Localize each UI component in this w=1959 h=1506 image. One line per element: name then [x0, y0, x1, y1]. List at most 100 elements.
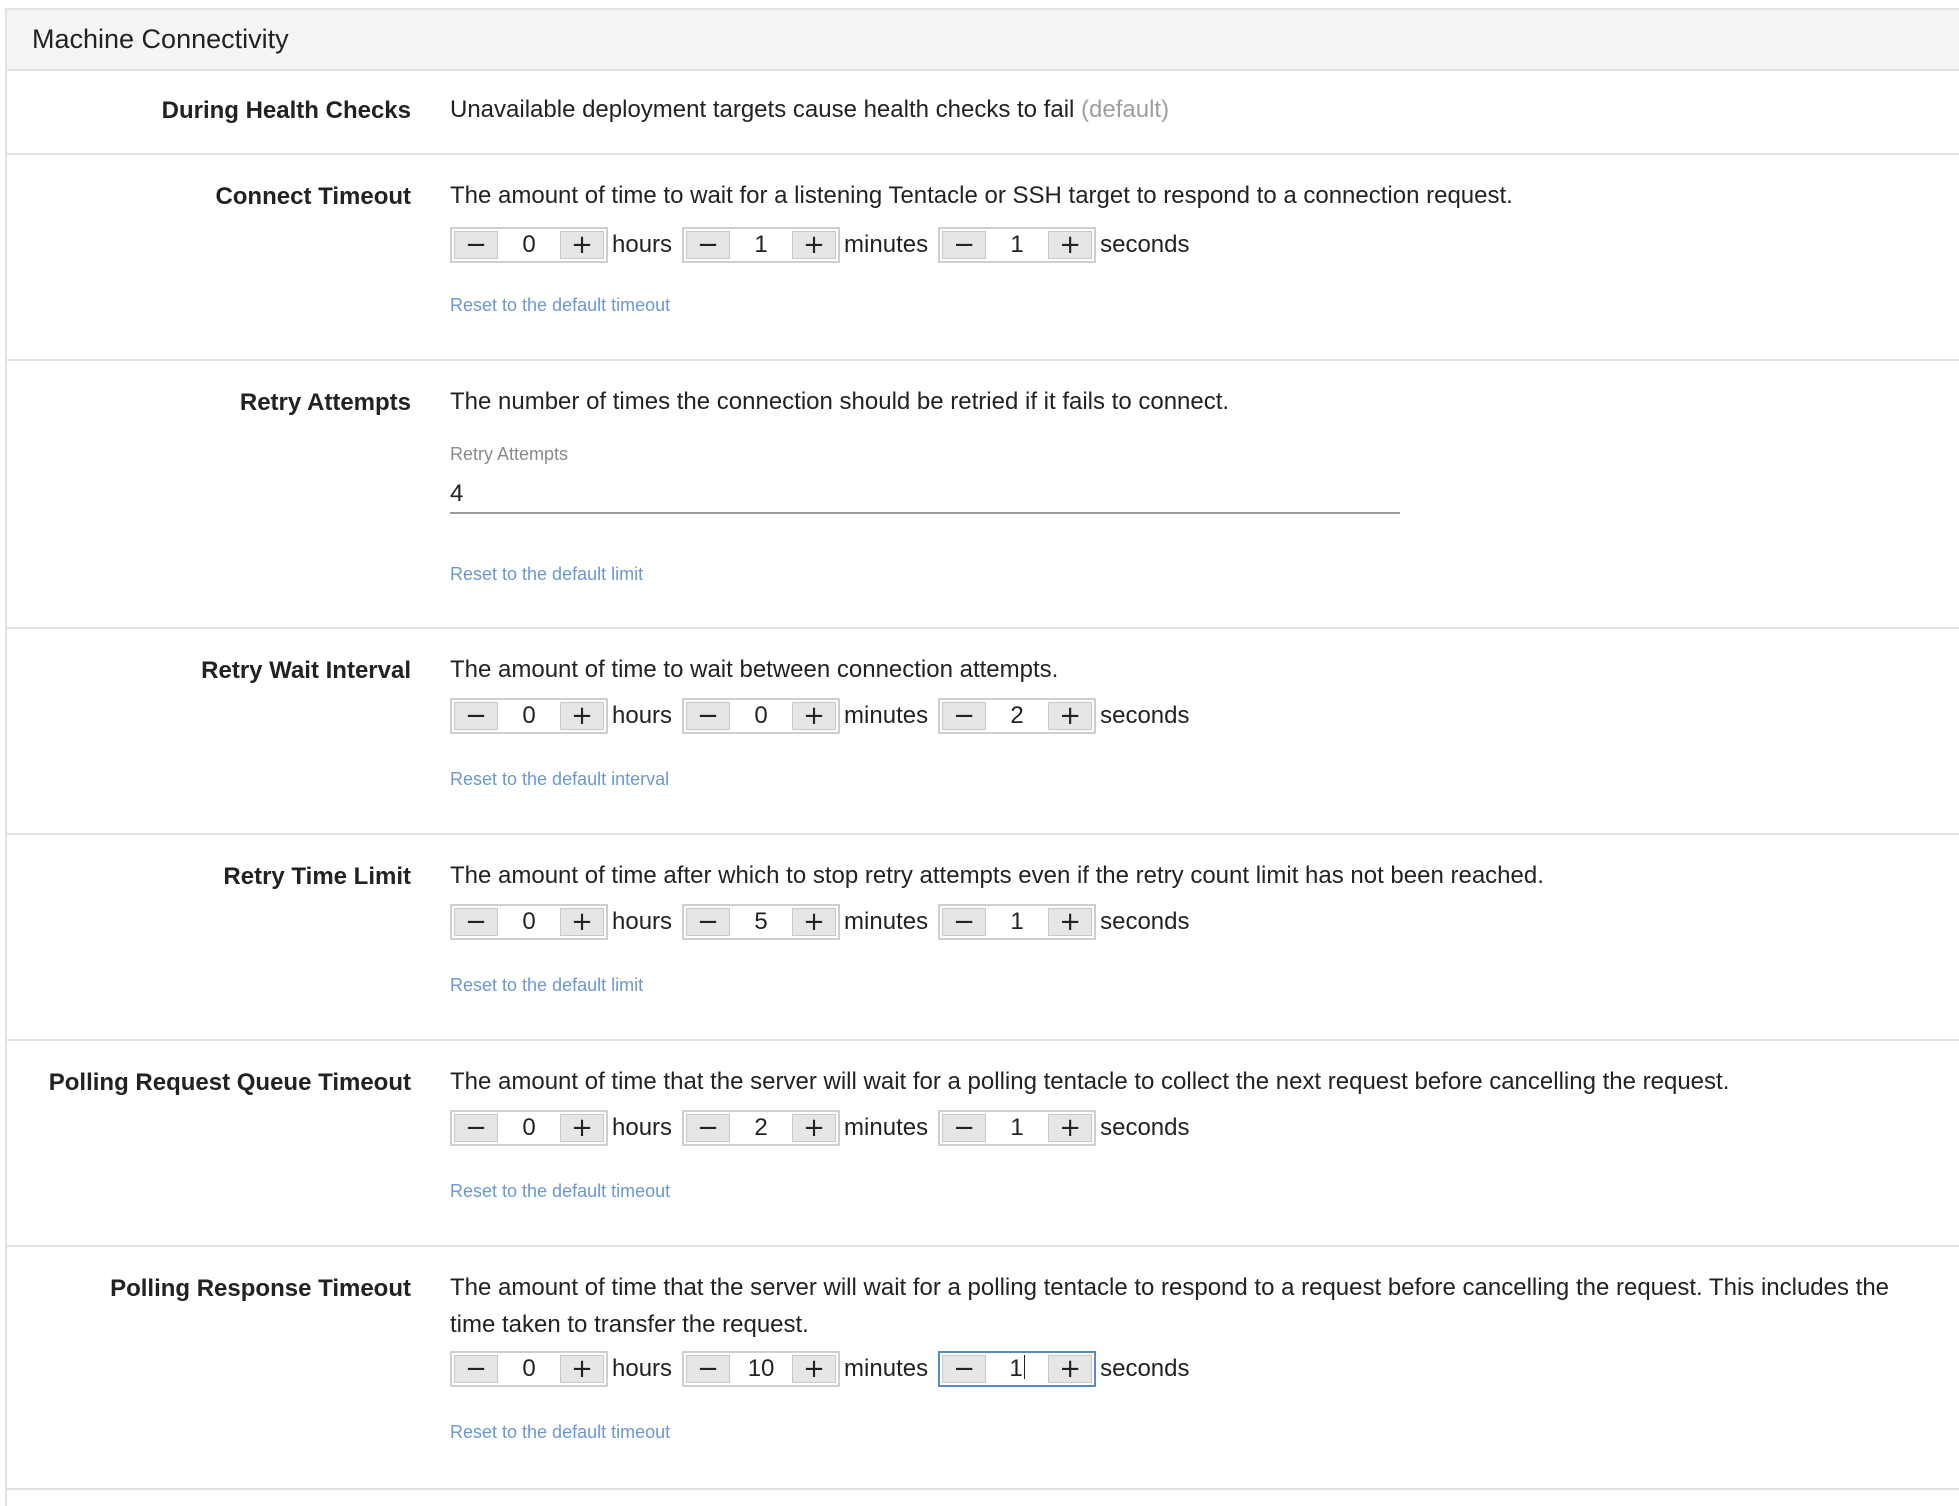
row-label: Retry Wait Interval [201, 657, 411, 684]
text-cursor [1023, 1355, 1025, 1379]
row-label: Polling Response Timeout [110, 1275, 411, 1302]
reset-link[interactable]: Reset to the default limit [450, 975, 643, 996]
retry-attempts-input[interactable]: 4 [450, 474, 1400, 514]
minus-icon[interactable]: − [942, 1355, 987, 1383]
plus-icon[interactable]: + [1048, 908, 1093, 936]
duration-input: − 0 + hours − 0 + minutes − 2 + seconds [450, 698, 1199, 734]
row-description: The number of times the connection shoul… [450, 388, 1230, 415]
plus-icon[interactable]: + [792, 908, 837, 936]
row-retry-attempts: Retry Attempts The number of times the c… [5, 361, 1959, 629]
hours-value[interactable]: 0 [500, 702, 558, 730]
health-check-text: Unavailable deployment targets cause hea… [450, 96, 1075, 123]
minutes-unit: minutes [844, 702, 929, 729]
hours-unit: hours [612, 231, 673, 258]
plus-icon[interactable]: + [1048, 1355, 1093, 1383]
plus-icon[interactable]: + [560, 908, 604, 936]
minutes-value[interactable]: 1 [732, 231, 790, 259]
row-label: Connect Timeout [215, 183, 411, 210]
minus-icon[interactable]: − [454, 702, 498, 730]
hours-unit: hours [612, 702, 673, 729]
reset-link[interactable]: Reset to the default interval [450, 769, 669, 790]
hours-unit: hours [612, 1114, 673, 1141]
reset-link[interactable]: Reset to the default limit [450, 564, 643, 585]
minutes-stepper[interactable]: − 0 + [682, 698, 841, 734]
minus-icon[interactable]: − [454, 1114, 498, 1142]
seconds-value[interactable]: 1 [988, 1355, 1046, 1383]
hours-value[interactable]: 0 [500, 1355, 558, 1383]
minus-icon[interactable]: − [942, 908, 987, 936]
hours-value[interactable]: 0 [500, 1114, 558, 1142]
row-label: Retry Time Limit [223, 863, 411, 890]
plus-icon[interactable]: + [792, 231, 837, 259]
minutes-value[interactable]: 0 [732, 702, 790, 730]
health-check-value: Unavailable deployment targets cause hea… [450, 91, 1890, 128]
minus-icon[interactable]: − [942, 1114, 987, 1142]
plus-icon[interactable]: + [1048, 231, 1093, 259]
duration-input: − 0 + hours − 5 + minutes − 1 + seconds [450, 904, 1199, 940]
seconds-stepper[interactable]: − 1 + [938, 227, 1097, 263]
plus-icon[interactable]: + [560, 1114, 604, 1142]
seconds-stepper[interactable]: − 1 + [938, 904, 1097, 940]
seconds-value[interactable]: 1 [988, 908, 1046, 936]
row-during-health-checks: During Health Checks Unavailable deploym… [5, 71, 1959, 155]
minutes-value[interactable]: 10 [732, 1355, 790, 1383]
plus-icon[interactable]: + [560, 702, 604, 730]
minutes-stepper[interactable]: − 1 + [682, 227, 841, 263]
minutes-value[interactable]: 5 [732, 908, 790, 936]
hours-stepper[interactable]: − 0 + [450, 227, 608, 263]
seconds-stepper[interactable]: − 2 + [938, 698, 1097, 734]
plus-icon[interactable]: + [1048, 1114, 1093, 1142]
seconds-unit: seconds [1100, 908, 1190, 935]
minutes-unit: minutes [844, 1114, 929, 1141]
plus-icon[interactable]: + [792, 1114, 837, 1142]
seconds-value[interactable]: 1 [988, 1114, 1046, 1142]
seconds-value[interactable]: 2 [988, 702, 1046, 730]
minus-icon[interactable]: − [686, 1114, 731, 1142]
reset-link[interactable]: Reset to the default timeout [450, 1422, 670, 1443]
minus-icon[interactable]: − [454, 231, 498, 259]
plus-icon[interactable]: + [560, 231, 604, 259]
seconds-unit: seconds [1100, 231, 1190, 258]
hours-stepper[interactable]: − 0 + [450, 1110, 608, 1146]
hours-unit: hours [612, 1355, 673, 1382]
hours-stepper[interactable]: − 0 + [450, 698, 608, 734]
plus-icon[interactable]: + [792, 1355, 837, 1383]
seconds-value-text: 1 [1009, 1355, 1023, 1382]
minutes-value[interactable]: 2 [732, 1114, 790, 1142]
minus-icon[interactable]: − [686, 702, 731, 730]
minus-icon[interactable]: − [686, 231, 731, 259]
minutes-stepper[interactable]: − 5 + [682, 904, 841, 940]
row-label: Retry Attempts [239, 389, 411, 416]
row-label: Polling Request Queue Timeout [48, 1069, 411, 1096]
minutes-stepper[interactable]: − 10 + [682, 1351, 841, 1387]
hours-value[interactable]: 0 [500, 231, 558, 259]
reset-link[interactable]: Reset to the default timeout [450, 1181, 670, 1202]
minus-icon[interactable]: − [942, 702, 987, 730]
duration-input: − 0 + hours − 1 + minutes − 1 + seconds [450, 227, 1199, 263]
row-description: The amount of time to wait between conne… [450, 656, 1059, 683]
minus-icon[interactable]: − [454, 1355, 498, 1383]
row-connect-timeout: Connect Timeout The amount of time to wa… [5, 155, 1959, 361]
row-description: The amount of time after which to stop r… [450, 862, 1544, 889]
minus-icon[interactable]: − [686, 908, 731, 936]
reset-link[interactable]: Reset to the default timeout [450, 295, 670, 316]
seconds-stepper[interactable]: − 1 + [938, 1110, 1097, 1146]
minus-icon[interactable]: − [942, 231, 987, 259]
row-label: During Health Checks [161, 97, 411, 124]
minus-icon[interactable]: − [454, 908, 498, 936]
row-retry-time-limit: Retry Time Limit The amount of time afte… [5, 835, 1959, 1041]
minus-icon[interactable]: − [686, 1355, 731, 1383]
plus-icon[interactable]: + [1048, 702, 1093, 730]
hours-stepper[interactable]: − 0 + [450, 904, 608, 940]
hours-value[interactable]: 0 [500, 908, 558, 936]
plus-icon[interactable]: + [560, 1355, 604, 1383]
seconds-stepper[interactable]: − 1 + [938, 1351, 1097, 1387]
row-description: The amount of time to wait for a listeni… [450, 182, 1513, 209]
section-title: Machine Connectivity [32, 24, 289, 54]
minutes-stepper[interactable]: − 2 + [682, 1110, 841, 1146]
row-description: The amount of time that the server will … [450, 1274, 1890, 1338]
hours-stepper[interactable]: − 0 + [450, 1351, 608, 1387]
duration-input: − 0 + hours − 10 + minutes − 1 + seconds [450, 1351, 1199, 1387]
plus-icon[interactable]: + [792, 702, 837, 730]
seconds-value[interactable]: 1 [988, 231, 1046, 259]
